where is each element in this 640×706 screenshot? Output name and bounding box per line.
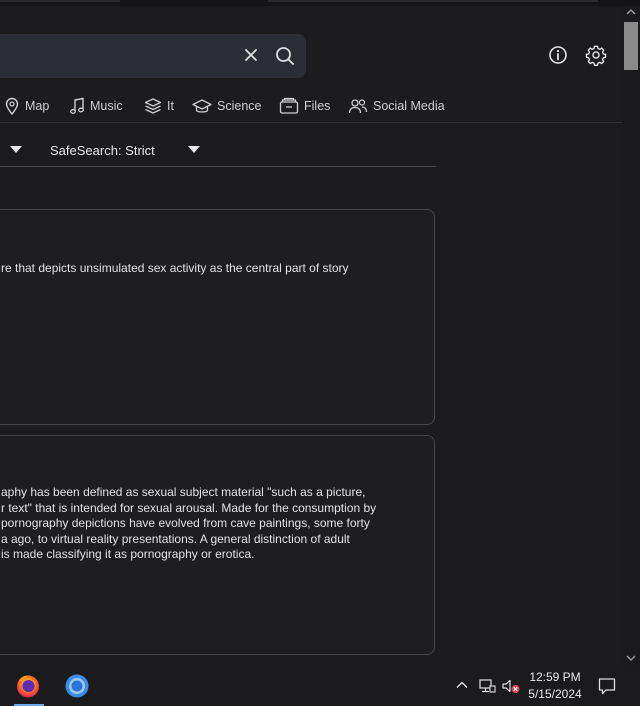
snippet-line: pornography depictions have evolved from… bbox=[1, 516, 370, 530]
tab-it[interactable]: It bbox=[144, 94, 174, 118]
filter-dropdown-caret-icon[interactable] bbox=[8, 144, 24, 154]
tab-social-media[interactable]: Social Media bbox=[348, 94, 445, 118]
scrollbar-thumb[interactable] bbox=[624, 22, 638, 70]
chevron-down-icon[interactable] bbox=[186, 144, 202, 154]
gear-icon bbox=[585, 45, 607, 66]
tab-files-label: Files bbox=[304, 99, 331, 113]
tab-map[interactable]: Map bbox=[4, 94, 49, 118]
taskbar-chromium[interactable] bbox=[61, 670, 93, 702]
people-icon bbox=[348, 99, 368, 114]
category-tabs: Map Music It Science Files Social Media bbox=[0, 94, 622, 120]
snippet-line: r text" that is intended for sexual arou… bbox=[1, 500, 377, 515]
search-button[interactable] bbox=[272, 43, 298, 69]
chromium-icon bbox=[65, 674, 89, 698]
safesearch-label: SafeSearch: Strict bbox=[50, 142, 155, 158]
music-note-icon bbox=[70, 97, 84, 114]
files-icon bbox=[279, 97, 299, 114]
info-button[interactable] bbox=[545, 42, 571, 68]
scroll-up-arrow-icon[interactable] bbox=[626, 8, 636, 16]
result-card[interactable]: aphy has been defined as sexual subject … bbox=[0, 435, 435, 655]
result-card[interactable]: re that depicts unsimulated sex activity… bbox=[0, 209, 435, 425]
tabs-divider bbox=[0, 122, 622, 123]
safesearch-dropdown[interactable]: SafeSearch: Strict bbox=[50, 140, 155, 160]
clock-date: 5/15/2024 bbox=[528, 687, 582, 701]
taskbar-clock[interactable]: 12:59 PM 5/15/2024 bbox=[522, 669, 588, 703]
settings-button[interactable] bbox=[583, 42, 609, 68]
result-snippet: aphy has been defined as sexual subject … bbox=[1, 485, 376, 563]
tab-map-label: Map bbox=[25, 99, 50, 113]
taskbar: 12:59 PM 5/15/2024 bbox=[0, 666, 640, 706]
filters-divider bbox=[0, 166, 436, 167]
firefox-icon bbox=[17, 675, 39, 698]
window-top-strip bbox=[0, 0, 640, 6]
close-icon bbox=[245, 49, 257, 61]
snippet-line: re that depicts unsimulated sex activity… bbox=[1, 261, 349, 275]
snippet-line: a ago, to virtual reality presentations.… bbox=[1, 531, 350, 546]
snippet-line: aphy has been defined as sexual subject … bbox=[1, 485, 366, 499]
tab-science-label: Science bbox=[217, 99, 262, 113]
tab-music[interactable]: Music bbox=[69, 94, 123, 118]
volume-muted-icon[interactable] bbox=[501, 677, 521, 695]
network-icon[interactable] bbox=[478, 677, 496, 695]
tab-files[interactable]: Files bbox=[279, 94, 330, 118]
graduation-cap-icon bbox=[192, 99, 212, 113]
search-icon bbox=[276, 47, 294, 65]
tab-social-media-label: Social Media bbox=[373, 99, 445, 113]
info-icon bbox=[549, 46, 567, 64]
tab-music-label: Music bbox=[90, 99, 123, 113]
clear-search-button[interactable] bbox=[240, 44, 262, 66]
result-snippet: re that depicts unsimulated sex activity… bbox=[1, 261, 349, 277]
clock-time: 12:59 PM bbox=[529, 670, 581, 684]
snippet-line: is made classifying it as pornography or… bbox=[1, 547, 255, 561]
tab-strip-line-right bbox=[268, 0, 598, 2]
show-hidden-icons-chevron-icon[interactable] bbox=[455, 678, 469, 692]
taskbar-firefox[interactable] bbox=[12, 670, 44, 702]
page-scrollbar[interactable] bbox=[622, 6, 640, 666]
scroll-down-arrow-icon[interactable] bbox=[626, 654, 636, 662]
notifications-icon[interactable] bbox=[597, 676, 617, 696]
layers-icon bbox=[144, 98, 162, 114]
tab-strip-line-left bbox=[0, 0, 120, 2]
tab-science[interactable]: Science bbox=[192, 94, 261, 118]
tab-it-label: It bbox=[167, 99, 174, 113]
map-pin-icon bbox=[5, 97, 19, 115]
